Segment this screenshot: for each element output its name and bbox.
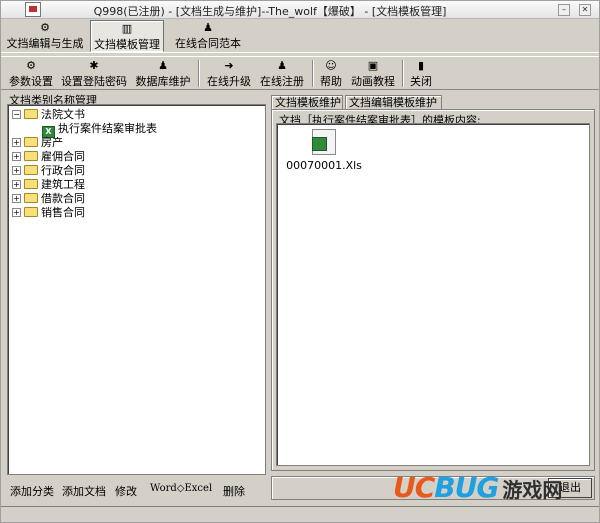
folder-icon — [24, 193, 38, 203]
tree-node-construction[interactable]: + 建筑工程 — [12, 178, 85, 192]
toolbar: ⚙ 参数设置 ✱ 设置登陆密码 ♟ 数据库维护 ➜ 在线升级 ♟ 在线注册 ☺ … — [1, 56, 599, 90]
toolbar-label: 帮助 — [320, 75, 342, 88]
toolbar-label: 动画教程 — [351, 75, 395, 88]
category-tree[interactable]: − 法院文书 X 执行案件结案审批表 + 房产 + 雇佣合同 + 行政合同 + 建筑工程 +… — [7, 104, 266, 475]
toolbar-separator — [198, 60, 200, 87]
excel-file-icon — [312, 129, 336, 155]
collapse-icon[interactable]: − — [12, 110, 21, 119]
folder-icon — [24, 207, 38, 217]
toolbar-label: 数据库维护 — [135, 75, 191, 88]
expand-icon[interactable]: + — [12, 166, 21, 175]
status-bar — [1, 506, 599, 522]
toolbar-label: 参数设置 — [9, 75, 53, 88]
folder-icon — [24, 165, 38, 175]
file-name: 00070001.Xls — [286, 159, 362, 172]
settings-icon: ⚙ — [26, 59, 36, 72]
close-icon: ▮ — [417, 59, 425, 72]
edit-button[interactable]: 修改 — [115, 483, 137, 499]
toolbar-separator — [402, 60, 404, 87]
close-app-button[interactable]: ▮ 关闭 — [407, 58, 435, 89]
tab-online-contract[interactable]: ♟ 在线合同范本 — [171, 20, 245, 52]
online-upgrade-button[interactable]: ➜ 在线升级 — [205, 58, 253, 89]
watermark-cn: 游戏网 — [502, 478, 563, 502]
toolbar-separator — [312, 60, 314, 87]
database-maintenance-button[interactable]: ♟ 数据库维护 — [134, 58, 192, 89]
tree-node-administrative-contract[interactable]: + 行政合同 — [12, 164, 85, 178]
expand-icon[interactable]: + — [12, 152, 21, 161]
minimize-button[interactable]: – — [558, 4, 570, 16]
tab-label: 在线合同范本 — [175, 37, 241, 50]
delete-button[interactable]: 删除 — [223, 483, 245, 499]
help-button[interactable]: ☺ 帮助 — [317, 58, 345, 89]
folder-icon — [24, 179, 38, 189]
tree-node-label: 行政合同 — [41, 164, 85, 177]
set-password-button[interactable]: ✱ 设置登陆密码 — [60, 58, 128, 89]
tab-template-maintenance[interactable]: 文挡模板维护 — [271, 95, 343, 109]
category-actions: 添加分类 添加文档 修改 Word◇Excel 删除 — [7, 479, 266, 501]
watermark-uc: UC — [393, 471, 435, 504]
person-icon: ♟ — [203, 21, 213, 34]
expand-icon[interactable]: + — [12, 138, 21, 147]
expand-icon[interactable]: + — [12, 194, 21, 203]
help-icon: ☺ — [325, 59, 337, 72]
expand-icon[interactable]: + — [12, 208, 21, 217]
template-icon: ▥ — [121, 22, 133, 35]
tab-edit-template-maintenance[interactable]: 文挡编辑模板维护 — [345, 95, 442, 109]
tutorial-button[interactable]: ▣ 动画教程 — [349, 58, 397, 89]
tab-label: 文挡模板管理 — [94, 38, 160, 51]
tree-node-sales-contract[interactable]: + 销售合同 — [12, 206, 85, 220]
tree-node-label: 雇佣合同 — [41, 150, 85, 163]
tree-node-label: 房产 — [41, 136, 63, 149]
settings-button[interactable]: ⚙ 参数设置 — [7, 58, 55, 89]
upgrade-icon: ➜ — [224, 59, 234, 72]
add-category-button[interactable]: 添加分类 — [10, 483, 54, 499]
expand-icon[interactable]: + — [12, 180, 21, 189]
tree-node-label: 建筑工程 — [41, 178, 85, 191]
add-document-button[interactable]: 添加文档 — [62, 483, 106, 499]
toolbar-label: 设置登陆密码 — [61, 75, 127, 88]
main-tab-bar: ⚙ 文挡编辑与生成 ▥ 文挡模板管理 ♟ 在线合同范本 — [1, 19, 599, 53]
tree-node-label: 法院文书 — [41, 108, 85, 121]
tutorial-icon: ▣ — [367, 59, 379, 72]
close-button[interactable]: ✕ — [579, 4, 591, 16]
tree-node-label: 借款合同 — [41, 192, 85, 205]
watermark: UCBUG 游戏网 — [393, 471, 562, 504]
watermark-bug: BUG — [434, 471, 499, 504]
window-title: Q998(已注册) - [文档生成与维护]--The_wolf【爆破】 - [文… — [93, 5, 447, 18]
tree-node-label: 执行案件结案审批表 — [58, 122, 157, 135]
gear-icon: ⚙ — [40, 21, 50, 34]
online-register-button[interactable]: ♟ 在线注册 — [258, 58, 306, 89]
word-excel-toggle-button[interactable]: Word◇Excel — [150, 483, 212, 494]
folder-icon — [24, 137, 38, 147]
tree-node-real-estate[interactable]: + 房产 — [12, 136, 63, 150]
tree-node-case-approval-form[interactable]: X 执行案件结案审批表 — [42, 122, 157, 138]
password-icon: ✱ — [89, 59, 99, 72]
folder-open-icon — [24, 109, 38, 119]
file-item[interactable]: 00070001.Xls — [284, 129, 364, 172]
tree-node-employment-contract[interactable]: + 雇佣合同 — [12, 150, 85, 164]
toolbar-label: 在线注册 — [260, 75, 304, 88]
template-file-list[interactable]: 00070001.Xls — [276, 123, 590, 466]
tree-node-loan-contract[interactable]: + 借款合同 — [12, 192, 85, 206]
title-bar: Q998(已注册) - [文档生成与维护]--The_wolf【爆破】 - [文… — [1, 1, 599, 19]
tab-template-management[interactable]: ▥ 文挡模板管理 — [90, 20, 164, 52]
tree-node-label: 销售合同 — [41, 206, 85, 219]
database-icon: ♟ — [158, 59, 168, 72]
folder-icon — [24, 151, 38, 161]
tab-document-edit[interactable]: ⚙ 文挡编辑与生成 — [5, 20, 85, 52]
tab-label: 文挡编辑与生成 — [6, 37, 84, 50]
tree-node-court-documents[interactable]: − 法院文书 — [12, 108, 85, 122]
toolbar-label: 在线升级 — [207, 75, 251, 88]
toolbar-label: 关闭 — [410, 75, 432, 88]
app-window: Q998(已注册) - [文档生成与维护]--The_wolf【爆破】 - [文… — [0, 0, 600, 523]
register-icon: ♟ — [277, 59, 287, 72]
